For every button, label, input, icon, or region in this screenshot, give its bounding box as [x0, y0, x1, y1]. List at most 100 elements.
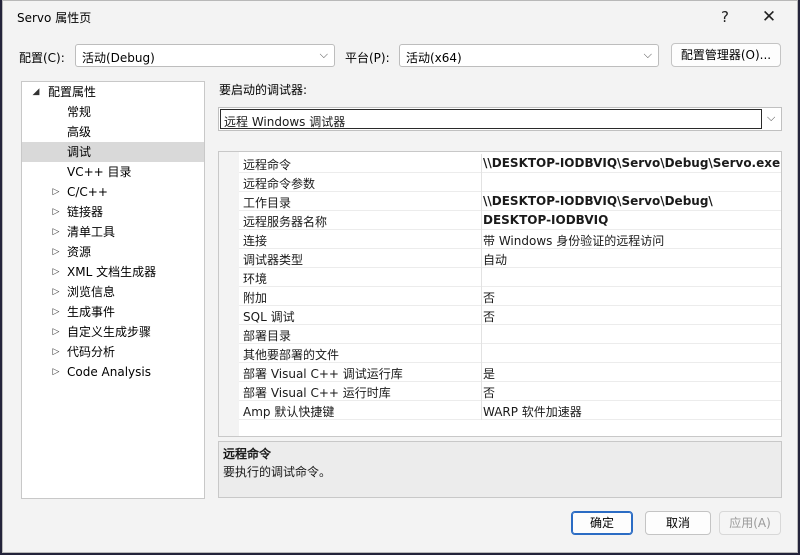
tree-item-label: 资源	[67, 245, 92, 259]
property-name: 连接	[243, 234, 268, 248]
property-value[interactable]: 否	[483, 384, 495, 401]
property-value[interactable]: 自动	[483, 251, 507, 268]
column-divider	[481, 249, 482, 268]
property-row[interactable]: 部署 Visual C++ 调试运行库 是	[239, 363, 781, 382]
chevron-down-icon: ⌵	[319, 48, 328, 61]
property-row[interactable]: 工作目录 \\DESKTOP-IODBVIQ\Servo\Debug\	[239, 192, 781, 211]
expand-icon[interactable]: ▷	[50, 302, 62, 322]
tree-item[interactable]: ▷ 资源	[22, 242, 204, 262]
description-text: 要执行的调试命令。	[223, 465, 332, 479]
tree-item[interactable]: ▷ C/C++	[22, 182, 204, 202]
tree-item[interactable]: 调试	[22, 142, 204, 162]
property-name: 调试器类型	[243, 253, 304, 267]
tree-item-label: 清单工具	[67, 225, 116, 239]
tree-item[interactable]: ▷ 自定义生成步骤	[22, 322, 204, 342]
property-value[interactable]: WARP 软件加速器	[483, 403, 582, 420]
column-divider	[481, 192, 482, 211]
column-divider	[481, 363, 482, 382]
cancel-button[interactable]: 取消	[645, 511, 711, 535]
platform-dropdown[interactable]: 活动(x64) ⌵	[399, 44, 659, 67]
property-row[interactable]: 远程命令 \\DESKTOP-IODBVIQ\Servo\Debug\Servo.…	[239, 154, 781, 173]
property-row[interactable]: 其他要部署的文件	[239, 344, 781, 363]
property-name: 远程服务器名称	[243, 215, 328, 229]
expand-icon[interactable]: ▷	[50, 242, 62, 262]
config-dropdown[interactable]: 活动(Debug) ⌵	[75, 44, 335, 67]
tree-item[interactable]: ◢ 配置属性	[22, 82, 204, 102]
property-value[interactable]: 否	[483, 308, 495, 325]
ok-button[interactable]: 确定	[571, 511, 633, 535]
apply-button[interactable]: 应用(A)	[719, 511, 781, 535]
property-name: 部署 Visual C++ 调试运行库	[243, 367, 403, 381]
column-divider	[481, 344, 482, 363]
tree-item[interactable]: 高级	[22, 122, 204, 142]
expand-icon[interactable]: ▷	[50, 182, 62, 202]
expand-icon[interactable]: ▷	[50, 362, 62, 382]
column-divider	[481, 230, 482, 249]
config-value: 活动(Debug)	[82, 51, 155, 65]
property-value[interactable]: \\DESKTOP-IODBVIQ\Servo\Debug\	[483, 194, 713, 208]
property-value[interactable]: DESKTOP-IODBVIQ	[483, 213, 608, 227]
property-value[interactable]: 是	[483, 365, 495, 382]
property-row[interactable]: SQL 调试 否	[239, 306, 781, 325]
platform-value: 活动(x64)	[406, 51, 462, 65]
property-row[interactable]: 远程命令参数	[239, 173, 781, 192]
description-title: 远程命令	[223, 447, 272, 461]
debugger-value: 远程 Windows 调试器	[224, 115, 346, 129]
expand-icon[interactable]: ▷	[50, 262, 62, 282]
property-row[interactable]: 部署 Visual C++ 运行时库 否	[239, 382, 781, 401]
property-name: 部署 Visual C++ 运行时库	[243, 386, 391, 400]
platform-label: 平台(P):	[345, 51, 390, 65]
property-value[interactable]: \\DESKTOP-IODBVIQ\Servo\Debug\Servo.exe	[483, 156, 780, 170]
property-row[interactable]: Amp 默认快捷键 WARP 软件加速器	[239, 401, 781, 420]
tree-item-label: 配置属性	[48, 85, 97, 99]
property-value[interactable]: 带 Windows 身份验证的远程访问	[483, 232, 664, 249]
column-divider	[481, 268, 482, 287]
column-divider	[481, 154, 482, 173]
debugger-label: 要启动的调试器:	[219, 83, 308, 97]
expand-icon[interactable]: ▷	[50, 282, 62, 302]
tree-item[interactable]: ▷ XML 文档生成器	[22, 262, 204, 282]
column-divider	[481, 287, 482, 306]
tree-item[interactable]: ▷ 浏览信息	[22, 282, 204, 302]
tree-item[interactable]: ▷ Code Analysis	[22, 362, 204, 382]
column-divider	[481, 211, 482, 230]
property-tree: ◢ 配置属性 常规 高级 调试 VC++ 目录 ▷ C/C++ ▷ 链接器 ▷ 清单工具 ▷ 资源 ▷ XML…	[21, 81, 205, 499]
column-divider	[481, 306, 482, 325]
property-name: Amp 默认快捷键	[243, 405, 335, 419]
tree-item-label: Code Analysis	[67, 365, 151, 379]
property-name: 附加	[243, 291, 268, 305]
property-row[interactable]: 附加 否	[239, 287, 781, 306]
property-row[interactable]: 调试器类型 自动	[239, 249, 781, 268]
tree-item[interactable]: 常规	[22, 102, 204, 122]
property-name: 环境	[243, 272, 268, 286]
tree-item[interactable]: ▷ 生成事件	[22, 302, 204, 322]
tree-item[interactable]: VC++ 目录	[22, 162, 204, 182]
property-row[interactable]: 连接 带 Windows 身份验证的远程访问	[239, 230, 781, 249]
tree-item-label: C/C++	[67, 185, 108, 199]
description-panel: 远程命令 要执行的调试命令。	[218, 441, 782, 498]
config-manager-button[interactable]: 配置管理器(O)...	[671, 43, 781, 67]
expand-icon[interactable]: ▷	[50, 222, 62, 242]
tree-item[interactable]: ▷ 代码分析	[22, 342, 204, 362]
chevron-down-icon: ⌵	[643, 48, 652, 61]
expand-icon[interactable]: ▷	[50, 342, 62, 362]
property-name: 远程命令参数	[243, 177, 316, 191]
property-row[interactable]: 远程服务器名称 DESKTOP-IODBVIQ	[239, 211, 781, 230]
column-divider	[481, 325, 482, 344]
close-button[interactable]: ✕	[749, 3, 789, 31]
help-button[interactable]: ?	[705, 3, 745, 31]
tree-item-label: 高级	[67, 125, 92, 139]
config-label: 配置(C):	[19, 51, 65, 65]
property-row[interactable]: 部署目录	[239, 325, 781, 344]
tree-item[interactable]: ▷ 链接器	[22, 202, 204, 222]
property-value[interactable]: 否	[483, 289, 495, 306]
tree-item[interactable]: ▷ 清单工具	[22, 222, 204, 242]
dialog-title: Servo 属性页	[17, 11, 92, 25]
expand-icon[interactable]: ▷	[50, 202, 62, 222]
property-name: 远程命令	[243, 158, 292, 172]
debugger-dropdown[interactable]: 远程 Windows 调试器 ⌵	[218, 107, 782, 131]
expand-icon[interactable]: ▷	[50, 322, 62, 342]
debugger-dropdown-focus: 远程 Windows 调试器	[220, 109, 762, 129]
collapse-icon[interactable]: ◢	[30, 82, 42, 102]
property-row[interactable]: 环境	[239, 268, 781, 287]
